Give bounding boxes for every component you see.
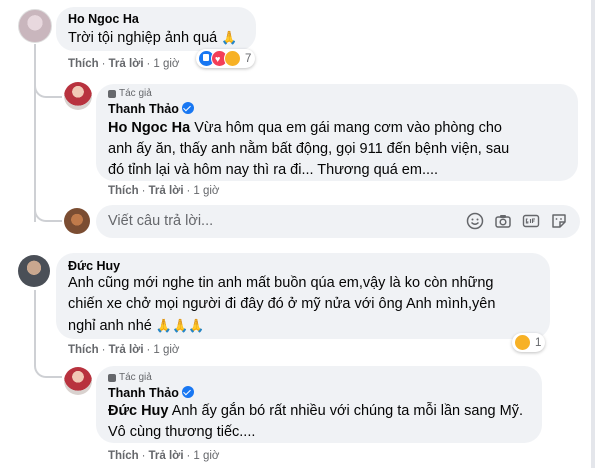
reply-line-1-text: Vừa hôm qua em gái mang cơm vào phòng ch… <box>190 120 502 136</box>
reply-text: Ho Ngoc Ha Vừa hôm qua em gái mang cơm v… <box>108 118 509 181</box>
timestamp[interactable]: 1 giờ <box>153 58 179 70</box>
reply-author: Thanh Thảo <box>108 386 194 400</box>
verified-icon <box>181 386 194 398</box>
avatar-current-user[interactable] <box>64 208 90 234</box>
reply-button[interactable]: Trả lời <box>149 185 184 197</box>
reply-author-name[interactable]: Thanh Thảo <box>108 386 179 400</box>
sticker-icon[interactable] <box>550 212 568 230</box>
thread-branch <box>34 200 62 222</box>
reply-line-1: Ho Ngoc Ha Vừa hôm qua em gái mang cơm v… <box>108 118 509 139</box>
reply-line-1-text: Anh ấy gắn bó rất nhiều với chúng ta mỗi… <box>168 403 523 419</box>
camera-icon[interactable] <box>494 212 512 230</box>
reply-button[interactable]: Trả lời <box>109 344 144 356</box>
thread-branch <box>34 358 62 378</box>
tagged-user[interactable]: Ho Ngoc Ha <box>108 120 190 136</box>
comment-text: Anh cũng mới nghe tin anh mất buồn qúa e… <box>68 273 495 337</box>
like-button[interactable]: Thích <box>68 344 99 356</box>
comment-line-3: nghỉ anh nhé 🙏🙏🙏 <box>68 315 495 337</box>
reply-author-name[interactable]: Thanh Thảo <box>108 102 179 116</box>
reply-author: Thanh Thảo <box>108 102 194 116</box>
timestamp[interactable]: 1 giờ <box>153 344 179 356</box>
reply-actions: Thích · Trả lời · 1 giờ <box>108 450 220 462</box>
thread-line <box>34 290 36 360</box>
thread-line <box>34 44 36 222</box>
reply-text: Đức Huy Anh ấy gắn bó rất nhiều với chún… <box>108 401 523 443</box>
like-button[interactable]: Thích <box>108 450 139 462</box>
author-badge-icon <box>108 89 116 98</box>
thread-branch <box>34 78 62 98</box>
author-badge: Tác giả <box>108 372 152 383</box>
avatar-ho-ngoc-ha[interactable] <box>18 9 52 43</box>
author-badge-label: Tác giả <box>119 372 152 383</box>
comment-text-body: Trời tội nghiệp ảnh quá <box>68 30 218 46</box>
avatar-thanh-thao[interactable] <box>64 367 92 395</box>
comment-author[interactable]: Đức Huy <box>68 259 120 273</box>
reply-button[interactable]: Trả lời <box>149 450 184 462</box>
comment-text: Trời tội nghiệp ảnh quá 🙏 <box>68 27 237 49</box>
tagged-user[interactable]: Đức Huy <box>108 403 168 419</box>
comment-actions: Thích · Trả lời · 1 giờ <box>68 58 180 70</box>
comment-actions: Thích · Trả lời · 1 giờ <box>68 344 180 356</box>
reply-button[interactable]: Trả lời <box>109 58 144 70</box>
reaction-summary[interactable]: ♥ 7 <box>196 49 256 68</box>
sad-icon <box>514 334 531 351</box>
reply-line-3: đó tỉnh lại và hôm nay thì ra đi... Thươ… <box>108 162 439 178</box>
reply-actions: Thích · Trả lời · 1 giờ <box>108 185 220 197</box>
reply-placeholder: Viết câu trả lời... <box>108 213 214 229</box>
timestamp[interactable]: 1 giờ <box>193 450 219 462</box>
timestamp[interactable]: 1 giờ <box>193 185 219 197</box>
sad-icon <box>224 50 241 67</box>
comment-line-3-text: nghỉ anh nhé <box>68 318 152 334</box>
reaction-count: 1 <box>535 336 542 349</box>
author-badge-label: Tác giả <box>119 88 152 99</box>
like-button[interactable]: Thích <box>68 58 99 70</box>
pray-emoji: 🙏 <box>221 30 238 45</box>
comment-line-2: chiến xe chở mọi người đi đây đó ở mỹ nử… <box>68 296 496 312</box>
avatar-duc-huy[interactable] <box>18 255 50 287</box>
emoji-icon[interactable] <box>466 212 484 230</box>
reaction-count: 7 <box>245 52 252 65</box>
gif-icon[interactable] <box>522 212 540 230</box>
reply-line-2: anh ấy ăn, thấy anh nằm bất động, gọi 91… <box>108 141 510 157</box>
author-badge: Tác giả <box>108 88 152 99</box>
pray-emoji: 🙏🙏🙏 <box>155 318 205 333</box>
author-badge-icon <box>108 373 116 382</box>
scrollbar[interactable] <box>591 0 595 468</box>
reaction-summary[interactable]: 1 <box>512 333 546 352</box>
like-button[interactable]: Thích <box>108 185 139 197</box>
avatar-thanh-thao[interactable] <box>64 82 92 110</box>
reply-line-1: Đức Huy Anh ấy gắn bó rất nhiều với chún… <box>108 401 523 422</box>
comment-author[interactable]: Ho Ngoc Ha <box>68 12 139 26</box>
reply-line-2: Vô cùng thương tiếc.... <box>108 424 256 440</box>
comment-line-1: Anh cũng mới nghe tin anh mất buồn qúa e… <box>68 275 494 291</box>
verified-icon <box>181 102 194 114</box>
